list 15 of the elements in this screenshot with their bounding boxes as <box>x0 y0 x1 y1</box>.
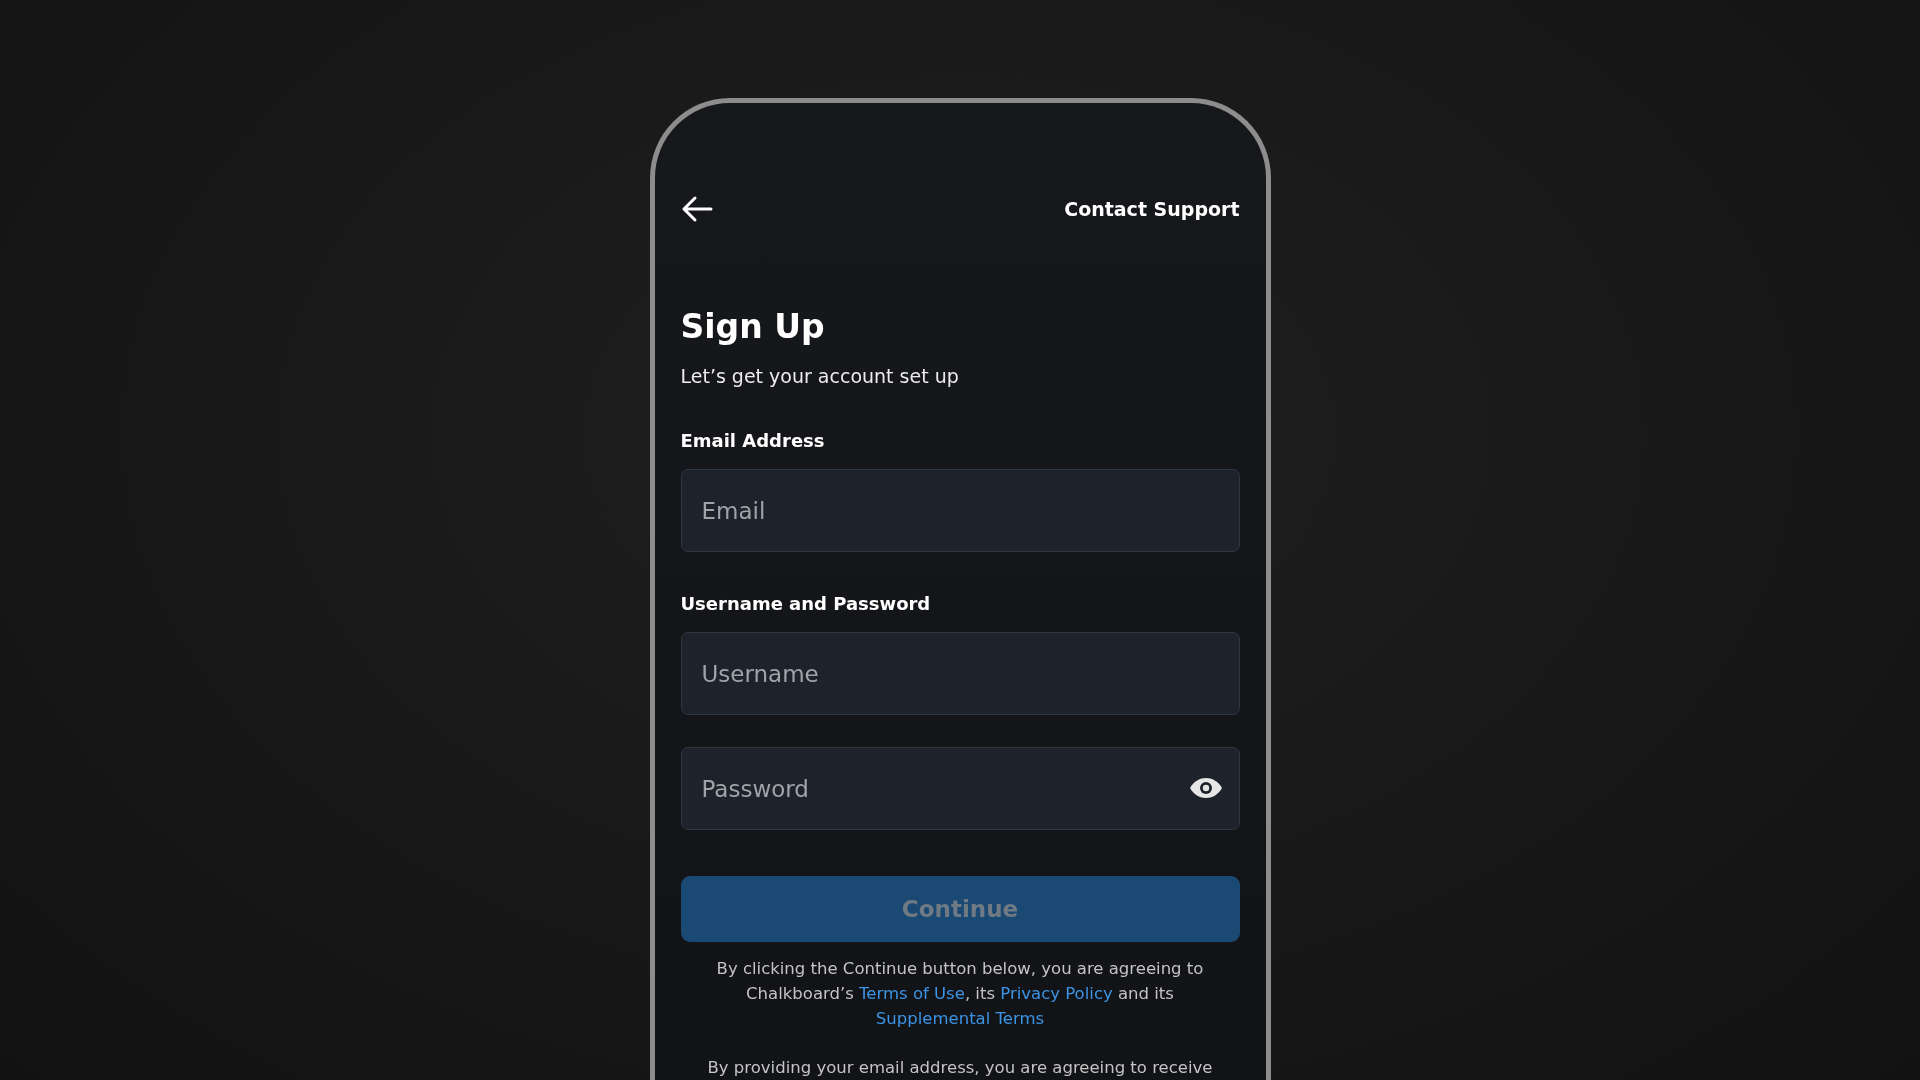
eye-icon[interactable] <box>1188 777 1223 799</box>
page-title: Sign Up <box>680 307 826 347</box>
terms-text: By clicking the Continue button below, you are agreeing to Chalkboard’s Terms of Use, its Privacy Policy and its Supplemental Terms <box>715 958 1205 1030</box>
back-button[interactable] <box>680 195 713 223</box>
input-field[interactable]: Username <box>680 632 1240 715</box>
password-field[interactable]: Password <box>680 747 1240 830</box>
field-label: Username and Password <box>680 592 932 616</box>
contact-support-link[interactable]: Contact Support <box>1064 198 1240 220</box>
terms-link[interactable]: Privacy Policy <box>1000 984 1113 1003</box>
field-label: Email Address <box>680 429 826 453</box>
input-field[interactable]: Email <box>680 469 1240 552</box>
email-notice-text: By providing your email address, you are agreeing to receive <box>706 1057 1214 1079</box>
subtitle: Let’s get your account set up <box>680 364 960 389</box>
terms-link[interactable]: Supplemental Terms <box>875 1009 1045 1028</box>
terms-link[interactable]: Terms of Use <box>859 984 965 1003</box>
